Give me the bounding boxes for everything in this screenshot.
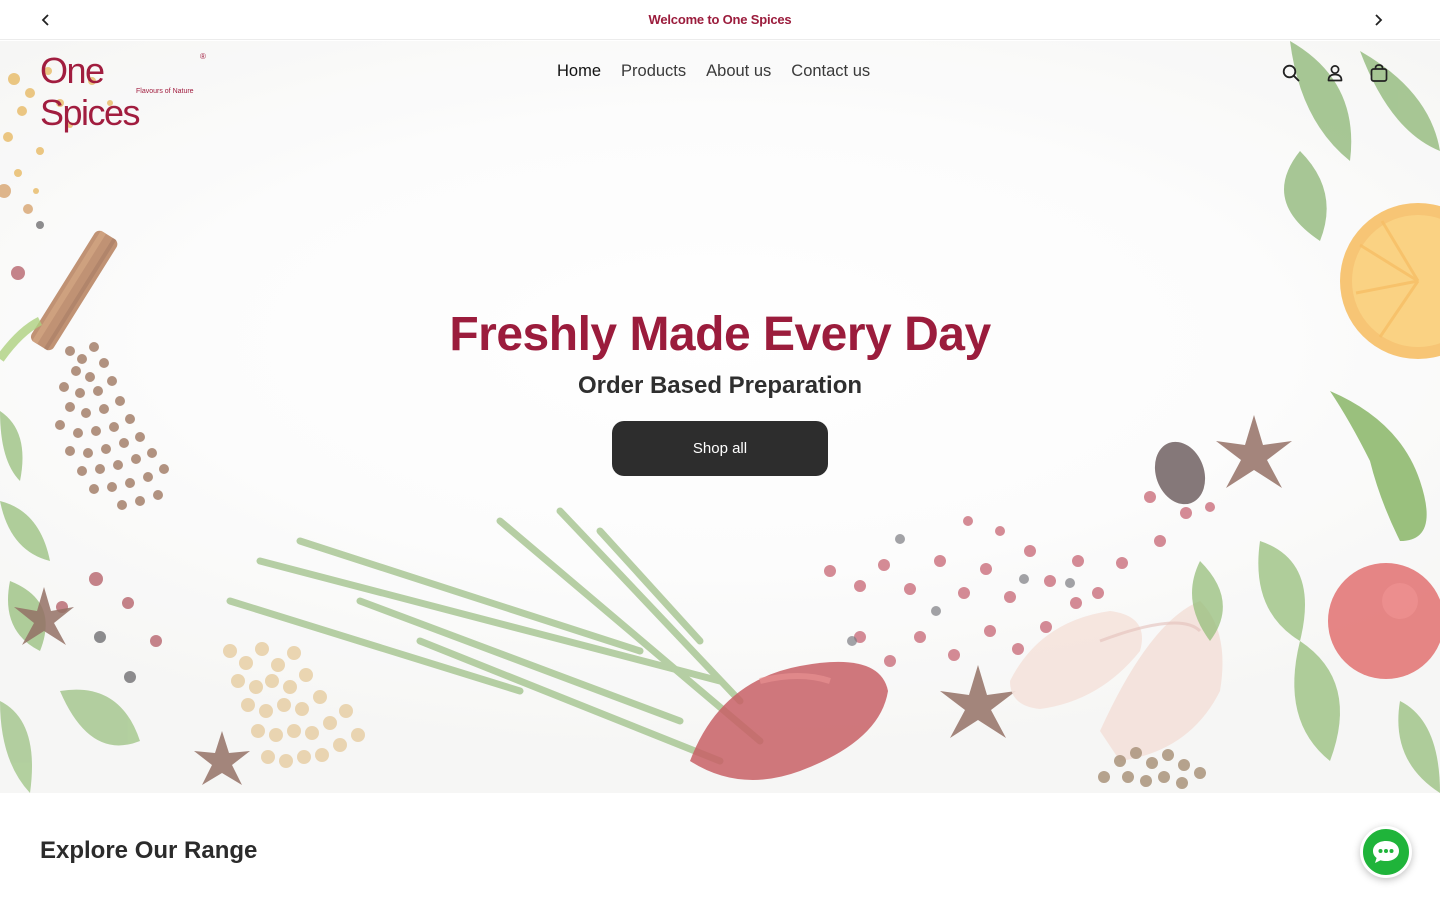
chevron-left-icon[interactable] (36, 10, 56, 30)
nav-item-about-us[interactable]: About us (696, 62, 781, 81)
hero-content: Freshly Made Every Day Order Based Prepa… (0, 305, 1440, 401)
chat-bubble-icon (1373, 841, 1399, 863)
main-nav: Home Products About us Contact us (547, 62, 880, 81)
registered-mark: ® (200, 52, 206, 61)
search-icon[interactable] (1280, 62, 1302, 84)
announcement-text[interactable]: Welcome to One Spices (649, 12, 792, 27)
hero-banner (0, 41, 1440, 793)
account-icon[interactable] (1324, 62, 1346, 84)
header-actions (1280, 62, 1390, 84)
explore-range-heading: Explore Our Range (40, 837, 258, 864)
nav-item-home[interactable]: Home (547, 62, 611, 81)
nav-item-contact-us[interactable]: Contact us (781, 62, 880, 81)
chat-button[interactable] (1360, 826, 1412, 878)
cart-icon[interactable] (1368, 62, 1390, 84)
hero-title: Freshly Made Every Day (449, 308, 991, 361)
chevron-right-icon[interactable] (1368, 10, 1388, 30)
brand-logo[interactable]: One Spices Flavours of Nature ® (40, 50, 210, 133)
brand-tagline: Flavours of Nature (136, 88, 194, 95)
announcement-bar: Welcome to One Spices (0, 0, 1440, 40)
shop-all-button[interactable]: Shop all (612, 421, 828, 476)
nav-item-products[interactable]: Products (611, 62, 696, 81)
hero-subtitle: Order Based Preparation (577, 372, 863, 399)
